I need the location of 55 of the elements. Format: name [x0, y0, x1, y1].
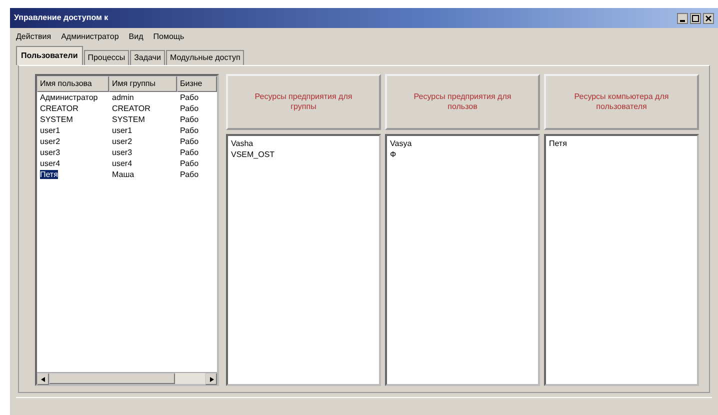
column-header[interactable]: Имя пользова [37, 76, 109, 92]
user-name[interactable]: CREATOR [40, 104, 78, 113]
list-item[interactable]: Vasha [231, 138, 376, 149]
list-item[interactable]: Vasya [390, 138, 535, 149]
menu-item[interactable]: Вид [128, 31, 144, 43]
table-cell-text: Рабо [179, 114, 200, 125]
user-name[interactable]: Петя [40, 170, 58, 179]
horizontal-scrollbar[interactable] [37, 372, 217, 384]
table-cell-text: user1 [111, 125, 134, 136]
resources-button[interactable]: Ресурсы предприятия для пользов [385, 74, 540, 130]
table-cell-text: user2 [111, 136, 134, 147]
window-title: Управление доступом к [14, 12, 108, 24]
table-cell-text: Рабо [179, 158, 200, 169]
table-cell-text: admin [111, 92, 135, 103]
tab[interactable]: Пользователи [16, 46, 83, 65]
tab[interactable]: Модульные доступ [166, 50, 244, 65]
table-cell-text: Рабо [179, 125, 200, 136]
close-icon [705, 14, 712, 22]
resources-button[interactable]: Ресурсы компьютера для пользователя [544, 74, 699, 130]
tab[interactable]: Задачи [130, 50, 165, 65]
menu-item[interactable]: Администратор [61, 31, 119, 43]
tab[interactable]: Процессы [84, 50, 130, 65]
table-cell-text: Рабо [179, 103, 200, 114]
table-cell-text: Рабо [179, 169, 200, 180]
scroll-thumb[interactable] [49, 373, 175, 384]
minimize-button[interactable] [677, 12, 688, 24]
column-header[interactable]: Имя группы [109, 76, 177, 92]
user-name[interactable]: SYSTEM [40, 115, 73, 124]
table-cell-text: Рабо [179, 147, 200, 158]
table-cell-text: Рабо [179, 92, 200, 103]
menu-item[interactable]: Помощь [153, 31, 184, 43]
table-cell-text: SYSTEM [111, 114, 146, 125]
user-name[interactable]: user3 [40, 148, 60, 157]
menu-item[interactable]: Действия [16, 31, 52, 43]
user-name[interactable]: user1 [40, 126, 60, 135]
maximize-icon [692, 14, 699, 22]
table-cell-text: Рабо [179, 136, 200, 147]
maximize-button[interactable] [690, 12, 701, 24]
scroll-left-button[interactable] [37, 373, 49, 385]
list-item[interactable]: VSEM_OST [231, 149, 376, 160]
scroll-right-button[interactable] [205, 373, 217, 385]
user-name[interactable]: user2 [40, 137, 60, 146]
user-name[interactable]: user4 [40, 159, 60, 168]
column-header[interactable]: Бизне [177, 76, 217, 92]
close-button[interactable] [703, 12, 714, 24]
table-cell-text: Маша [111, 169, 136, 180]
list-item[interactable]: Ф [390, 149, 535, 160]
right-arrow-icon [208, 376, 214, 382]
list-item[interactable]: Петя [549, 138, 694, 149]
left-arrow-icon [40, 376, 46, 382]
table-cell-text: user4 [111, 158, 134, 169]
resources-button[interactable]: Ресурсы предприятия для группы [226, 74, 381, 130]
table-cell-text: CREATOR [111, 103, 152, 114]
user-name[interactable]: Администратор [40, 93, 98, 102]
table-cell-text: user3 [111, 147, 134, 158]
